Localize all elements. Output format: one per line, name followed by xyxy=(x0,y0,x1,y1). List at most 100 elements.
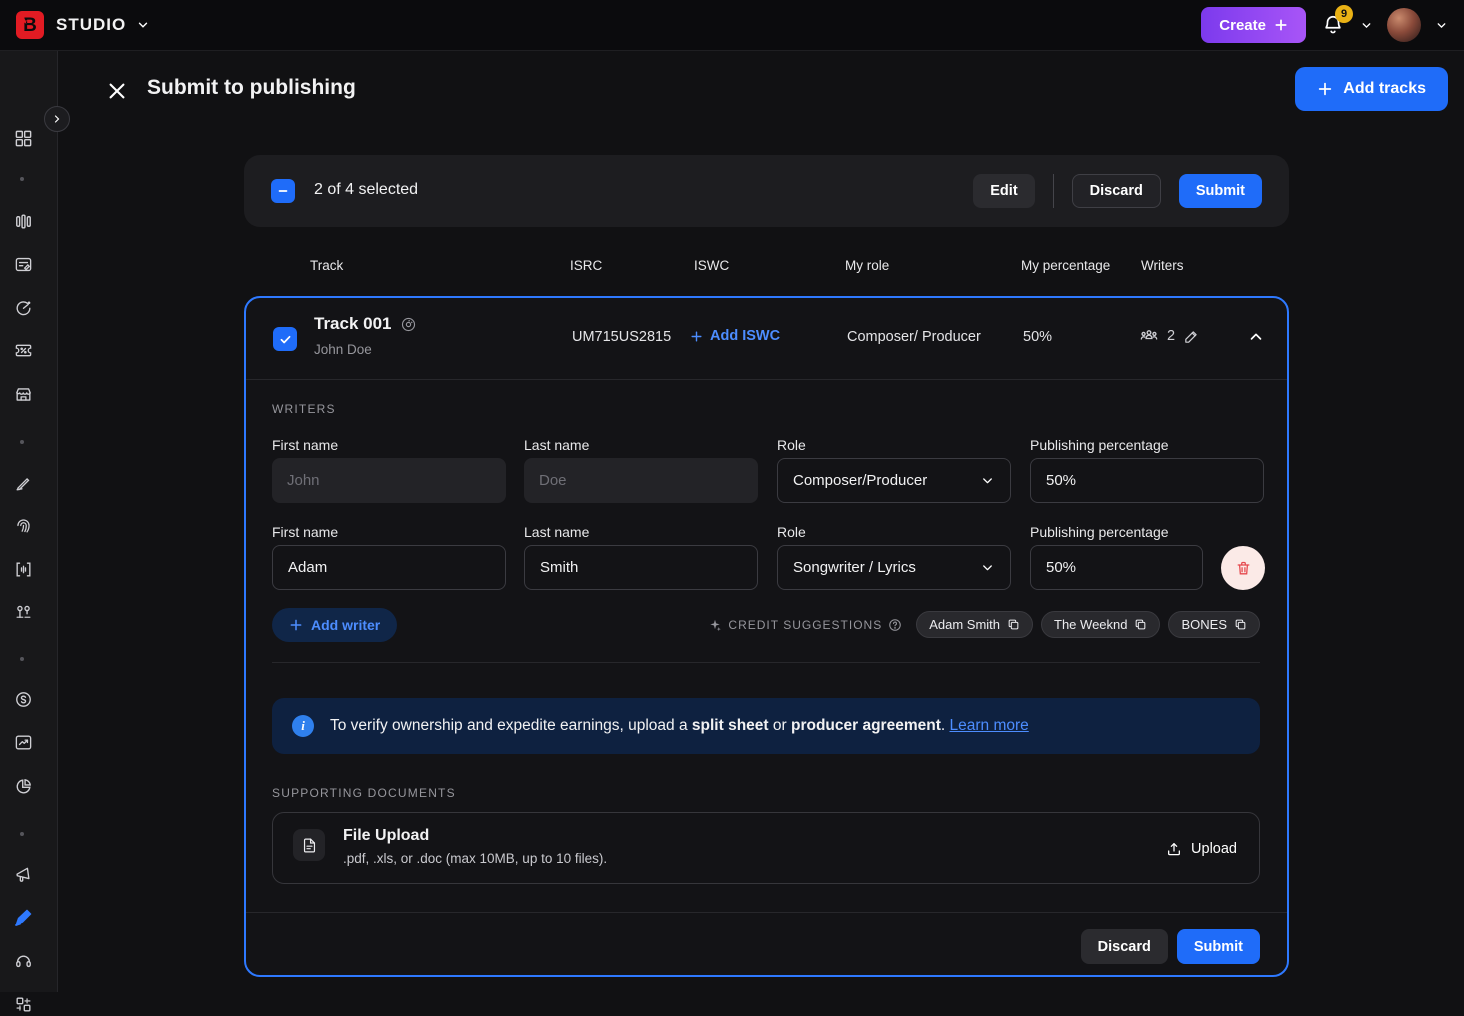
writer2-last-name-input[interactable] xyxy=(524,545,758,590)
store-icon[interactable] xyxy=(11,382,35,406)
notes-edit-icon[interactable] xyxy=(11,252,35,276)
discard-button[interactable]: Discard xyxy=(1072,174,1161,208)
edit-track-pencil-icon[interactable] xyxy=(1183,328,1200,345)
track-card: Track 001 John Doe UM715US2815 Add ISWC … xyxy=(244,296,1289,977)
pie-chart-icon[interactable] xyxy=(11,774,35,798)
last-name-label: Last name xyxy=(524,524,758,540)
close-icon[interactable] xyxy=(104,78,130,104)
headphones-icon[interactable] xyxy=(11,948,35,972)
selection-count-text: 2 of 4 selected xyxy=(314,181,418,199)
brand-chevron-down-icon[interactable] xyxy=(136,18,150,32)
submit-button[interactable]: Submit xyxy=(1177,929,1260,964)
track-my-percentage: 50% xyxy=(1023,329,1052,345)
publishing-pen-active-icon[interactable] xyxy=(11,905,35,929)
earnings-dollar-icon[interactable] xyxy=(11,687,35,711)
column-track: Track xyxy=(310,258,343,273)
logo-star-icon: ★ xyxy=(21,17,28,26)
role-label: Role xyxy=(777,437,1011,453)
copy-icon xyxy=(1234,618,1247,631)
notifications-bell-icon[interactable]: 9 xyxy=(1320,12,1346,38)
user-avatar[interactable] xyxy=(1387,8,1421,42)
mixer-icon[interactable] xyxy=(11,600,35,624)
integration-blocks-icon[interactable] xyxy=(11,992,35,1016)
track-checkbox[interactable] xyxy=(273,327,297,351)
megaphone-icon[interactable] xyxy=(11,862,35,886)
page-header: Submit to publishing Add tracks xyxy=(58,51,1464,127)
info-banner: i To verify ownership and expedite earni… xyxy=(272,698,1260,754)
add-tracks-button[interactable]: Add tracks xyxy=(1295,67,1448,111)
file-upload-subtitle: .pdf, .xls, or .doc (max 10MB, up to 10 … xyxy=(343,851,607,866)
table-header: Track ISRC ISWC My role My percentage Wr… xyxy=(244,255,1289,279)
delete-writer-button[interactable] xyxy=(1221,546,1265,590)
selection-bar: 2 of 4 selected Edit Discard Submit xyxy=(244,155,1289,227)
notifications-chevron-down-icon[interactable] xyxy=(1360,19,1373,32)
gauge-icon[interactable] xyxy=(11,295,35,319)
track-my-role: Composer/ Producer xyxy=(847,329,981,345)
upload-button[interactable]: Upload xyxy=(1166,834,1237,864)
writers-group-icon xyxy=(1139,326,1159,346)
help-circle-icon[interactable] xyxy=(888,618,902,632)
info-icon: i xyxy=(292,715,314,737)
pen-icon[interactable] xyxy=(11,470,35,494)
add-writer-button[interactable]: Add writer xyxy=(272,608,397,642)
bandlab-logo[interactable]: B ★ xyxy=(16,11,44,39)
sidebar-divider-dot xyxy=(20,440,24,444)
indeterminate-icon xyxy=(277,185,289,197)
percentage-label: Publishing percentage xyxy=(1030,524,1264,540)
last-name-label: Last name xyxy=(524,437,758,453)
percentage-label: Publishing percentage xyxy=(1030,437,1264,453)
writer1-last-name-input[interactable] xyxy=(524,458,758,503)
section-divider xyxy=(272,662,1260,663)
first-name-label: First name xyxy=(272,437,506,453)
file-upload-box: File Upload .pdf, .xls, or .doc (max 10M… xyxy=(272,812,1260,884)
writer2-role-select[interactable]: Songwriter / Lyrics xyxy=(777,545,1011,590)
collapse-chevron-up-icon[interactable] xyxy=(1247,328,1265,346)
edit-button[interactable]: Edit xyxy=(973,174,1034,208)
file-upload-title: File Upload xyxy=(343,827,429,845)
column-my-role: My role xyxy=(845,258,889,273)
fingerprint-icon[interactable] xyxy=(11,513,35,537)
chevron-down-icon xyxy=(980,560,995,575)
writer1-role-select[interactable]: Composer/Producer xyxy=(777,458,1011,503)
select-all-checkbox[interactable] xyxy=(271,179,295,203)
top-nav: B ★ STUDIO Create 9 xyxy=(0,0,1464,51)
waveform-brackets-icon[interactable] xyxy=(11,557,35,581)
column-my-percentage: My percentage xyxy=(1021,258,1110,273)
column-writers: Writers xyxy=(1141,258,1184,273)
ticket-discount-icon[interactable] xyxy=(11,338,35,362)
profile-chevron-down-icon[interactable] xyxy=(1435,19,1448,32)
suggestion-chip[interactable]: The Weeknd xyxy=(1041,611,1160,638)
first-name-label: First name xyxy=(272,524,506,540)
writer2-first-name-input[interactable] xyxy=(272,545,506,590)
dashboard-grid-icon[interactable] xyxy=(11,126,35,150)
sidebar-divider-dot xyxy=(20,657,24,661)
create-button[interactable]: Create xyxy=(1201,7,1306,43)
submit-button[interactable]: Submit xyxy=(1179,174,1262,208)
supporting-documents-label: SUPPORTING DOCUMENTS xyxy=(272,786,456,800)
learn-more-link[interactable]: Learn more xyxy=(950,717,1029,734)
column-isrc: ISRC xyxy=(570,258,602,273)
writers-section-label: WRITERS xyxy=(272,402,336,416)
plus-icon xyxy=(1274,18,1288,32)
plus-icon xyxy=(289,618,303,632)
insights-chart-icon[interactable] xyxy=(11,730,35,754)
writer1-percentage-input[interactable] xyxy=(1030,458,1264,503)
discard-button[interactable]: Discard xyxy=(1081,929,1168,964)
track-row: Track 001 John Doe UM715US2815 Add ISWC … xyxy=(246,298,1287,380)
writers-count: 2 xyxy=(1167,328,1175,344)
suggestion-chip[interactable]: Adam Smith xyxy=(916,611,1033,638)
sidebar-expand-button[interactable] xyxy=(44,106,70,132)
suggestion-chip[interactable]: BONES xyxy=(1168,611,1260,638)
copy-icon xyxy=(1134,618,1147,631)
library-columns-icon[interactable] xyxy=(11,209,35,233)
copy-icon xyxy=(1007,618,1020,631)
credit-suggestions-row: CREDIT SUGGESTIONS Adam Smith The Weeknd… xyxy=(708,611,1260,638)
track-isrc: UM715US2815 xyxy=(572,329,671,345)
add-iswc-button[interactable]: Add ISWC xyxy=(690,328,780,344)
credit-suggestions-label: CREDIT SUGGESTIONS xyxy=(708,618,902,632)
plus-icon xyxy=(690,330,703,343)
sidebar-divider-dot xyxy=(20,177,24,181)
writer2-percentage-input[interactable] xyxy=(1030,545,1203,590)
writer1-first-name-input[interactable] xyxy=(272,458,506,503)
plus-icon xyxy=(1317,81,1333,97)
